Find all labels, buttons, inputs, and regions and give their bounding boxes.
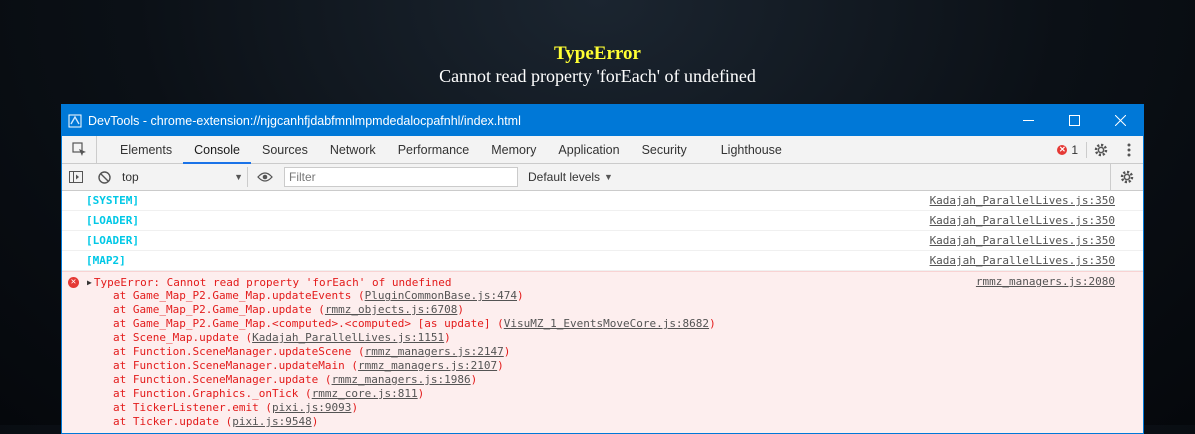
minimize-icon [1022, 120, 1034, 121]
live-expression-button[interactable] [248, 164, 282, 190]
error-counter[interactable]: ✕ 1 [1049, 141, 1087, 158]
error-icon: ✕ [68, 276, 79, 288]
tab-console[interactable]: Console [183, 136, 251, 164]
console-toolbar: top ▼ Default levels ▼ [62, 164, 1143, 191]
tab-performance[interactable]: Performance [387, 136, 481, 163]
stack-frame-link[interactable]: rmmz_managers.js:1986 [332, 373, 471, 386]
block-icon [97, 170, 111, 184]
context-selector[interactable]: top ▼ [118, 167, 248, 187]
log-levels-dropdown[interactable]: Default levels ▼ [528, 170, 613, 184]
error-log-entry: ✕ ▶ TypeError: Cannot read property 'for… [62, 271, 1143, 433]
error-title: TypeError [554, 43, 641, 64]
devtools-app-icon [68, 114, 82, 128]
stack-frame-link[interactable]: pixi.js:9548 [232, 415, 311, 428]
panel-tabbar: Elements Console Sources Network Perform… [62, 136, 1143, 164]
console-output: [SYSTEM] Kadajah_ParallelLives.js:350 [L… [62, 191, 1143, 433]
window-title: DevTools - chrome-extension://njgcanhfjd… [88, 113, 521, 128]
tab-elements[interactable]: Elements [109, 136, 183, 163]
sidebar-toggle-icon [69, 171, 83, 183]
stack-frame: at Function.SceneManager.updateScene (rm… [113, 345, 511, 358]
stack-frame-link[interactable]: rmmz_managers.js:2107 [358, 359, 497, 372]
close-button[interactable] [1097, 105, 1143, 136]
stack-frame-link[interactable]: Kadajah_ParallelLives.js:1151 [252, 331, 444, 344]
stack-frame: at Game_Map_P2.Game_Map.<computed>.<comp… [113, 317, 716, 330]
log-message: [LOADER] [86, 214, 139, 227]
log-source-link[interactable]: Kadajah_ParallelLives.js:350 [930, 234, 1115, 247]
stack-frame: at Function.Graphics._onTick (rmmz_core.… [113, 387, 425, 400]
tab-lighthouse[interactable]: Lighthouse [710, 136, 793, 163]
devtools-window: DevTools - chrome-extension://njgcanhfjd… [61, 104, 1144, 434]
expand-triangle-icon[interactable]: ▶ [87, 278, 92, 287]
stack-frame-link[interactable]: rmmz_objects.js:6708 [325, 303, 457, 316]
maximize-icon [1068, 115, 1080, 126]
error-source-link[interactable]: rmmz_managers.js:2080 [976, 275, 1115, 288]
window-titlebar[interactable]: DevTools - chrome-extension://njgcanhfjd… [62, 105, 1143, 136]
dropdown-triangle-icon: ▼ [234, 172, 243, 182]
log-message: [MAP2] [86, 254, 126, 267]
stack-frame: at Function.SceneManager.update (rmmz_ma… [113, 373, 478, 386]
tab-application[interactable]: Application [547, 136, 630, 163]
kebab-menu-icon [1127, 143, 1131, 156]
log-source-link[interactable]: Kadajah_ParallelLives.js:350 [930, 214, 1115, 227]
log-row: [LOADER] Kadajah_ParallelLives.js:350 [62, 211, 1143, 231]
console-settings-button[interactable] [1110, 164, 1143, 190]
stack-frame: at TickerListener.emit (pixi.js:9093) [113, 401, 359, 414]
gear-icon [1120, 170, 1134, 184]
tab-sources[interactable]: Sources [251, 136, 319, 163]
tab-security[interactable]: Security [631, 136, 698, 163]
dropdown-triangle-icon: ▼ [604, 172, 613, 182]
log-row: [MAP2] Kadajah_ParallelLives.js:350 [62, 251, 1143, 271]
log-source-link[interactable]: Kadajah_ParallelLives.js:350 [930, 254, 1115, 267]
error-count: 1 [1071, 142, 1078, 157]
stack-frame-link[interactable]: rmmz_core.js:811 [312, 387, 418, 400]
error-text: TypeError: Cannot read property 'forEach… [93, 275, 452, 289]
minimize-button[interactable] [1005, 105, 1051, 136]
stack-frame: at Game_Map_P2.Game_Map.updateEvents (Pl… [113, 289, 524, 302]
context-value: top [122, 170, 139, 184]
log-levels-label: Default levels [528, 170, 601, 184]
gear-icon [1094, 143, 1108, 156]
tab-memory[interactable]: Memory [480, 136, 547, 163]
tab-network[interactable]: Network [319, 136, 387, 163]
more-options-button[interactable] [1115, 136, 1143, 163]
log-row: [LOADER] Kadajah_ParallelLives.js:350 [62, 231, 1143, 251]
error-header[interactable]: ✕ ▶ TypeError: Cannot read property 'for… [62, 275, 1143, 289]
error-message: Cannot read property 'forEach' of undefi… [439, 66, 756, 86]
eye-icon [257, 172, 273, 182]
stack-frame: at Function.SceneManager.updateMain (rmm… [113, 359, 504, 372]
log-message: [SYSTEM] [86, 194, 139, 207]
log-row: [SYSTEM] Kadajah_ParallelLives.js:350 [62, 191, 1143, 211]
log-message: [LOADER] [86, 234, 139, 247]
close-icon [1114, 115, 1126, 126]
stack-frame-link[interactable]: VisuMZ_1_EventsMoveCore.js:8682 [504, 317, 709, 330]
filter-input[interactable] [284, 167, 518, 187]
settings-button[interactable] [1087, 136, 1115, 163]
log-source-link[interactable]: Kadajah_ParallelLives.js:350 [930, 194, 1115, 207]
stack-frame: at Scene_Map.update (Kadajah_ParallelLiv… [113, 331, 451, 344]
stack-frame-link[interactable]: PluginCommonBase.js:474 [365, 289, 517, 302]
maximize-button[interactable] [1051, 105, 1097, 136]
clear-console-button[interactable] [90, 164, 118, 190]
stack-frame: at Ticker.update (pixi.js:9548) [113, 415, 319, 428]
show-sidebar-button[interactable] [62, 164, 90, 190]
inspect-element-button[interactable] [62, 136, 97, 163]
error-badge-icon: ✕ [1057, 144, 1068, 155]
stack-frame-link[interactable]: rmmz_managers.js:2147 [365, 345, 504, 358]
stack-frame: at Game_Map_P2.Game_Map.update (rmmz_obj… [113, 303, 465, 316]
inspect-icon [71, 142, 86, 156]
stack-frame-link[interactable]: pixi.js:9093 [272, 401, 351, 414]
